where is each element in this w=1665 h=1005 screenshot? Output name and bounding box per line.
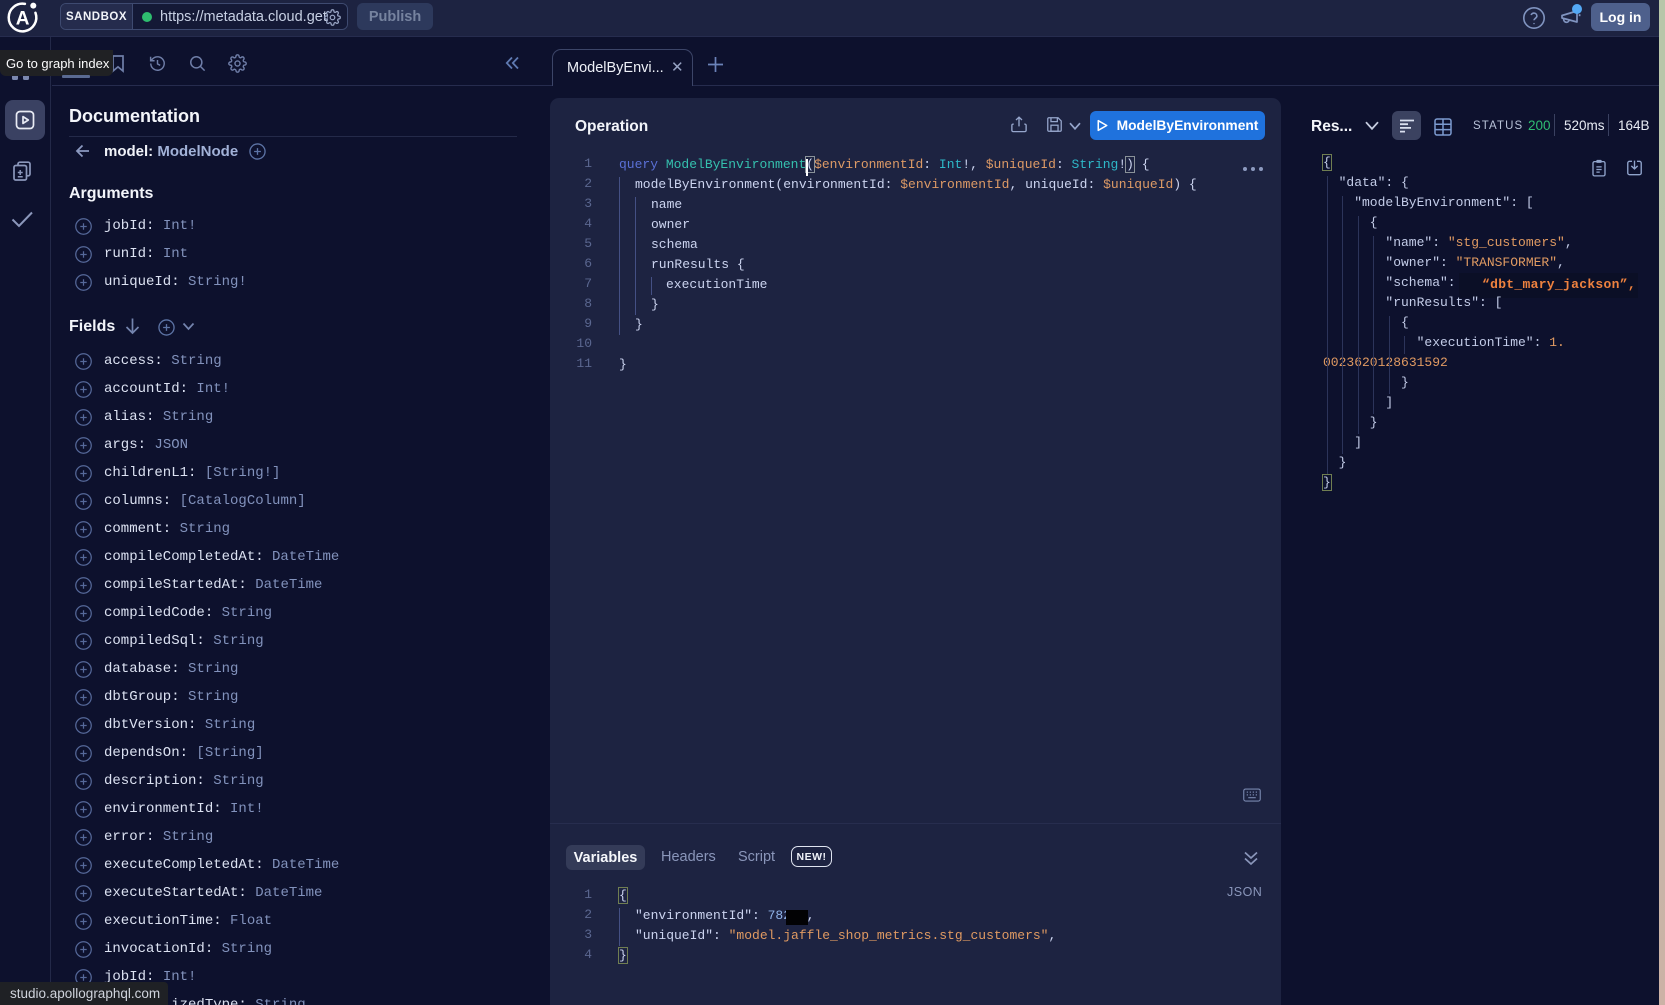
svg-text:A: A	[16, 9, 30, 30]
